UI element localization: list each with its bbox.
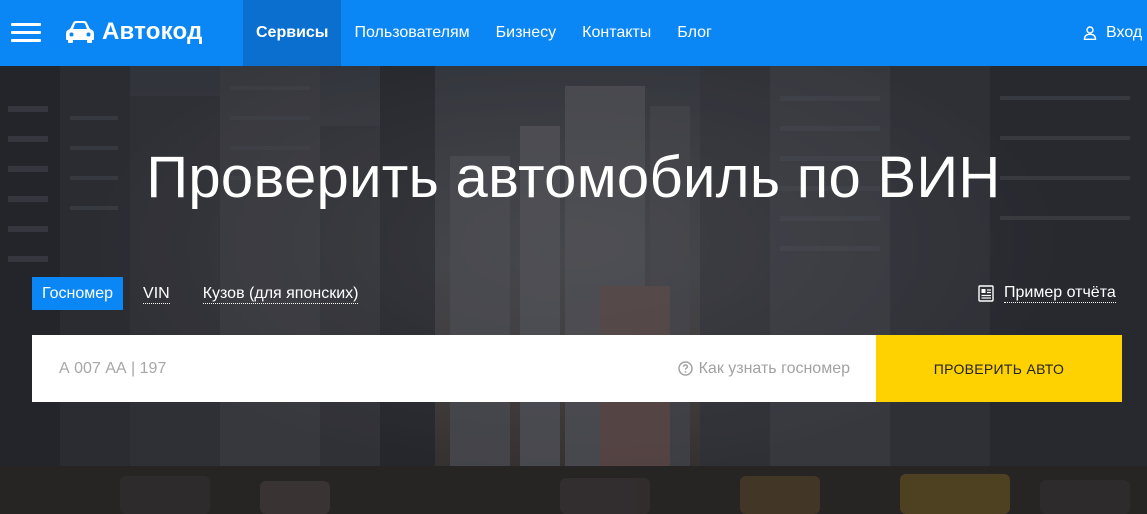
nav-item-users[interactable]: Пользователям	[341, 0, 482, 66]
search-type-tabs: Госномер VIN Кузов (для японских)	[32, 277, 391, 310]
nav-item-services[interactable]: Сервисы	[243, 0, 342, 66]
login-link[interactable]: Вход	[1083, 0, 1142, 66]
sample-report-link[interactable]: Пример отчёта	[978, 283, 1116, 303]
plate-help-link[interactable]: Как узнать госномер	[677, 335, 850, 402]
tab-plate-number[interactable]: Госномер	[32, 277, 124, 310]
user-icon	[1083, 26, 1097, 40]
top-navbar: Автокод Сервисы Пользователям Бизнесу Ко…	[0, 0, 1147, 66]
page: Автокод Сервисы Пользователям Бизнесу Ко…	[0, 0, 1147, 514]
brand-name: Автокод	[102, 18, 203, 45]
plate-help-label: Как узнать госномер	[698, 359, 850, 377]
nav-item-contacts[interactable]: Контакты	[569, 0, 664, 66]
tab-vin[interactable]: VIN	[143, 284, 170, 304]
car-icon	[66, 21, 94, 43]
logo[interactable]: Автокод	[64, 16, 203, 48]
sample-report-label: Пример отчёта	[1004, 284, 1116, 303]
report-icon	[978, 284, 994, 302]
main-nav: Сервисы Пользователям Бизнесу Контакты Б…	[243, 0, 725, 66]
tab-body-number[interactable]: Кузов (для японских)	[202, 284, 359, 304]
nav-item-business[interactable]: Бизнесу	[483, 0, 570, 66]
login-label: Вход	[1106, 24, 1143, 41]
nav-item-blog[interactable]: Блог	[664, 0, 725, 66]
search-box: Как узнать госномер	[32, 335, 876, 402]
search-form: Как узнать госномер ПРОВЕРИТЬ АВТО	[32, 335, 1122, 402]
check-car-button[interactable]: ПРОВЕРИТЬ АВТО	[876, 335, 1122, 402]
hamburger-menu-icon[interactable]	[11, 21, 41, 45]
plate-number-input[interactable]	[32, 335, 652, 402]
hero-title: Проверить автомобиль по ВИН	[146, 145, 1001, 210]
question-circle-icon	[677, 361, 693, 376]
